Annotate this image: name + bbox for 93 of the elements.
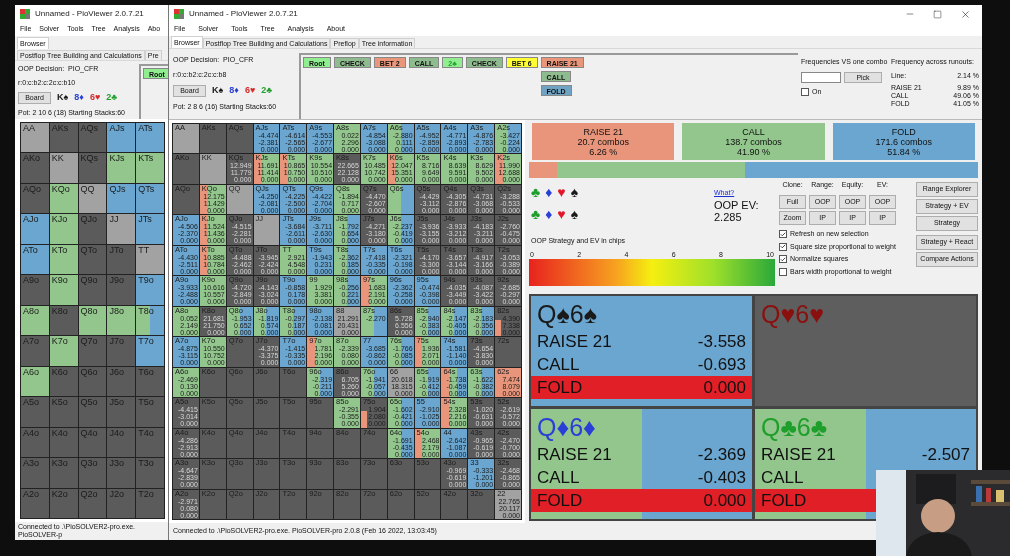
ev-value: 2.285 <box>714 210 742 223</box>
action-name: FOLD <box>891 126 916 137</box>
board-card-label: 2♣ <box>106 91 118 104</box>
hand-label: A6o <box>22 366 40 378</box>
combo-action-name: CALL <box>761 466 804 489</box>
hand-label: Q7o <box>79 336 99 348</box>
combo-action-value: -0.403 <box>697 466 746 489</box>
board-card-label: 6♥ <box>244 84 256 97</box>
combo-action-name: CALL <box>537 466 580 489</box>
hand-label: ATo <box>22 244 39 256</box>
board-card-label: 8♦ <box>229 84 239 97</box>
combo-action-value: -2.507 <box>921 443 970 466</box>
suit-filter[interactable]: ♦ <box>545 184 553 200</box>
hand-label: A5o <box>22 397 40 409</box>
action-combos: 138.7 combos <box>725 136 782 147</box>
combo-action-value: -2.369 <box>697 443 746 466</box>
suit-filter[interactable]: ♥ <box>557 184 566 200</box>
action-combos: 171.6 combos <box>875 136 933 147</box>
hand-label: Q2o <box>79 488 99 500</box>
hand-label: A8o <box>22 305 40 317</box>
combo-action-value: 0.000 <box>703 489 746 512</box>
hand-label: T8o <box>137 305 155 317</box>
board-card-label: K♠ <box>212 84 224 97</box>
combo-action-value: 0.000 <box>703 376 746 399</box>
board-card-label: 8♦ <box>74 91 84 104</box>
combo-input[interactable] <box>801 71 841 83</box>
combo-action-value: -3.558 <box>697 330 746 353</box>
hand-label: QTo <box>79 244 99 256</box>
combo-action-name: FOLD <box>537 489 583 512</box>
suit-filter[interactable]: ♠ <box>570 184 579 200</box>
combo-action-name: RAISE 21 <box>761 443 836 466</box>
window-title: Unnamed - PioViewer 2.0.7.21 <box>189 8 298 20</box>
combo-action-name: RAISE 21 <box>537 443 612 466</box>
suit-filter[interactable]: ♠ <box>570 206 579 222</box>
hand-label: Q8o <box>79 305 99 317</box>
hand-label: Q6o <box>79 366 99 378</box>
hand-label: AJs <box>108 123 126 134</box>
combo-action-value: -0.693 <box>697 353 746 376</box>
checkbox[interactable] <box>779 242 787 251</box>
board-card-label: 6♥ <box>89 91 101 104</box>
hand-label: T9o <box>137 275 155 287</box>
hand-label: QJs <box>108 183 127 195</box>
combo-action-name: FOLD <box>761 489 807 512</box>
hand-label: QTs <box>137 183 156 195</box>
hand-label: J8o <box>108 305 125 317</box>
hand-label: KQo <box>50 183 71 195</box>
app-icon <box>174 9 184 19</box>
board-card-label: K♠ <box>57 91 69 104</box>
hand-label: T7o <box>137 336 155 348</box>
hand-label: JJ <box>108 214 120 226</box>
hand-label: KK <box>50 153 65 165</box>
hand-label: J5o <box>108 397 125 409</box>
action-percent: 41.90 % <box>736 146 770 157</box>
board-card-label: 2♣ <box>261 84 273 97</box>
close-icon[interactable] <box>960 8 971 20</box>
checkbox[interactable] <box>779 267 787 276</box>
hand-label: T5o <box>137 397 155 409</box>
hand-label: KTs <box>137 153 155 165</box>
checkbox[interactable] <box>779 230 787 239</box>
hand-label: KTo <box>50 244 69 256</box>
suit-filter[interactable]: ♥ <box>557 206 566 222</box>
hand-label: KJs <box>108 153 126 165</box>
combo-action-name: RAISE 21 <box>537 330 612 353</box>
combo-title: Q♦6♦ <box>536 412 596 443</box>
app-icon <box>20 9 30 19</box>
hand-label: AJo <box>22 214 40 226</box>
action-name: RAISE 21 <box>583 126 623 137</box>
hand-label: TT <box>137 244 151 256</box>
ev-label: OOP EV: <box>714 198 759 211</box>
suit-filter[interactable]: ♦ <box>545 206 553 222</box>
hand-label: K9o <box>50 275 69 287</box>
hand-label: KJo <box>50 214 69 226</box>
strategy-bar <box>360 411 367 428</box>
action-percent: 51.84 % <box>887 146 921 157</box>
hand-label: JTs <box>137 214 153 226</box>
combo-action-name: CALL <box>537 353 580 376</box>
checkbox[interactable] <box>801 87 809 96</box>
hand-label: K7o <box>50 336 69 348</box>
action-name: CALL <box>742 126 765 137</box>
hand-label: QQ <box>79 183 96 195</box>
window-title: Unnamed - PioViewer 2.0.7.21 <box>35 8 144 20</box>
action-percent: 6.26 % <box>589 146 618 157</box>
hand-label: ATs <box>137 123 154 134</box>
action-combos: 20.7 combos <box>577 136 629 147</box>
combo-action-name: FOLD <box>537 376 583 399</box>
combo-title: Q♣6♣ <box>760 412 828 443</box>
combo-title: Q♥6♥ <box>760 299 825 330</box>
hand-label: JTo <box>108 244 125 256</box>
combo-title: Q♠6♠ <box>536 299 597 330</box>
checkbox[interactable] <box>779 255 787 264</box>
hand-label: Q9o <box>79 275 99 287</box>
hand-label: AA <box>22 123 36 134</box>
hand-label: K5o <box>50 397 69 409</box>
